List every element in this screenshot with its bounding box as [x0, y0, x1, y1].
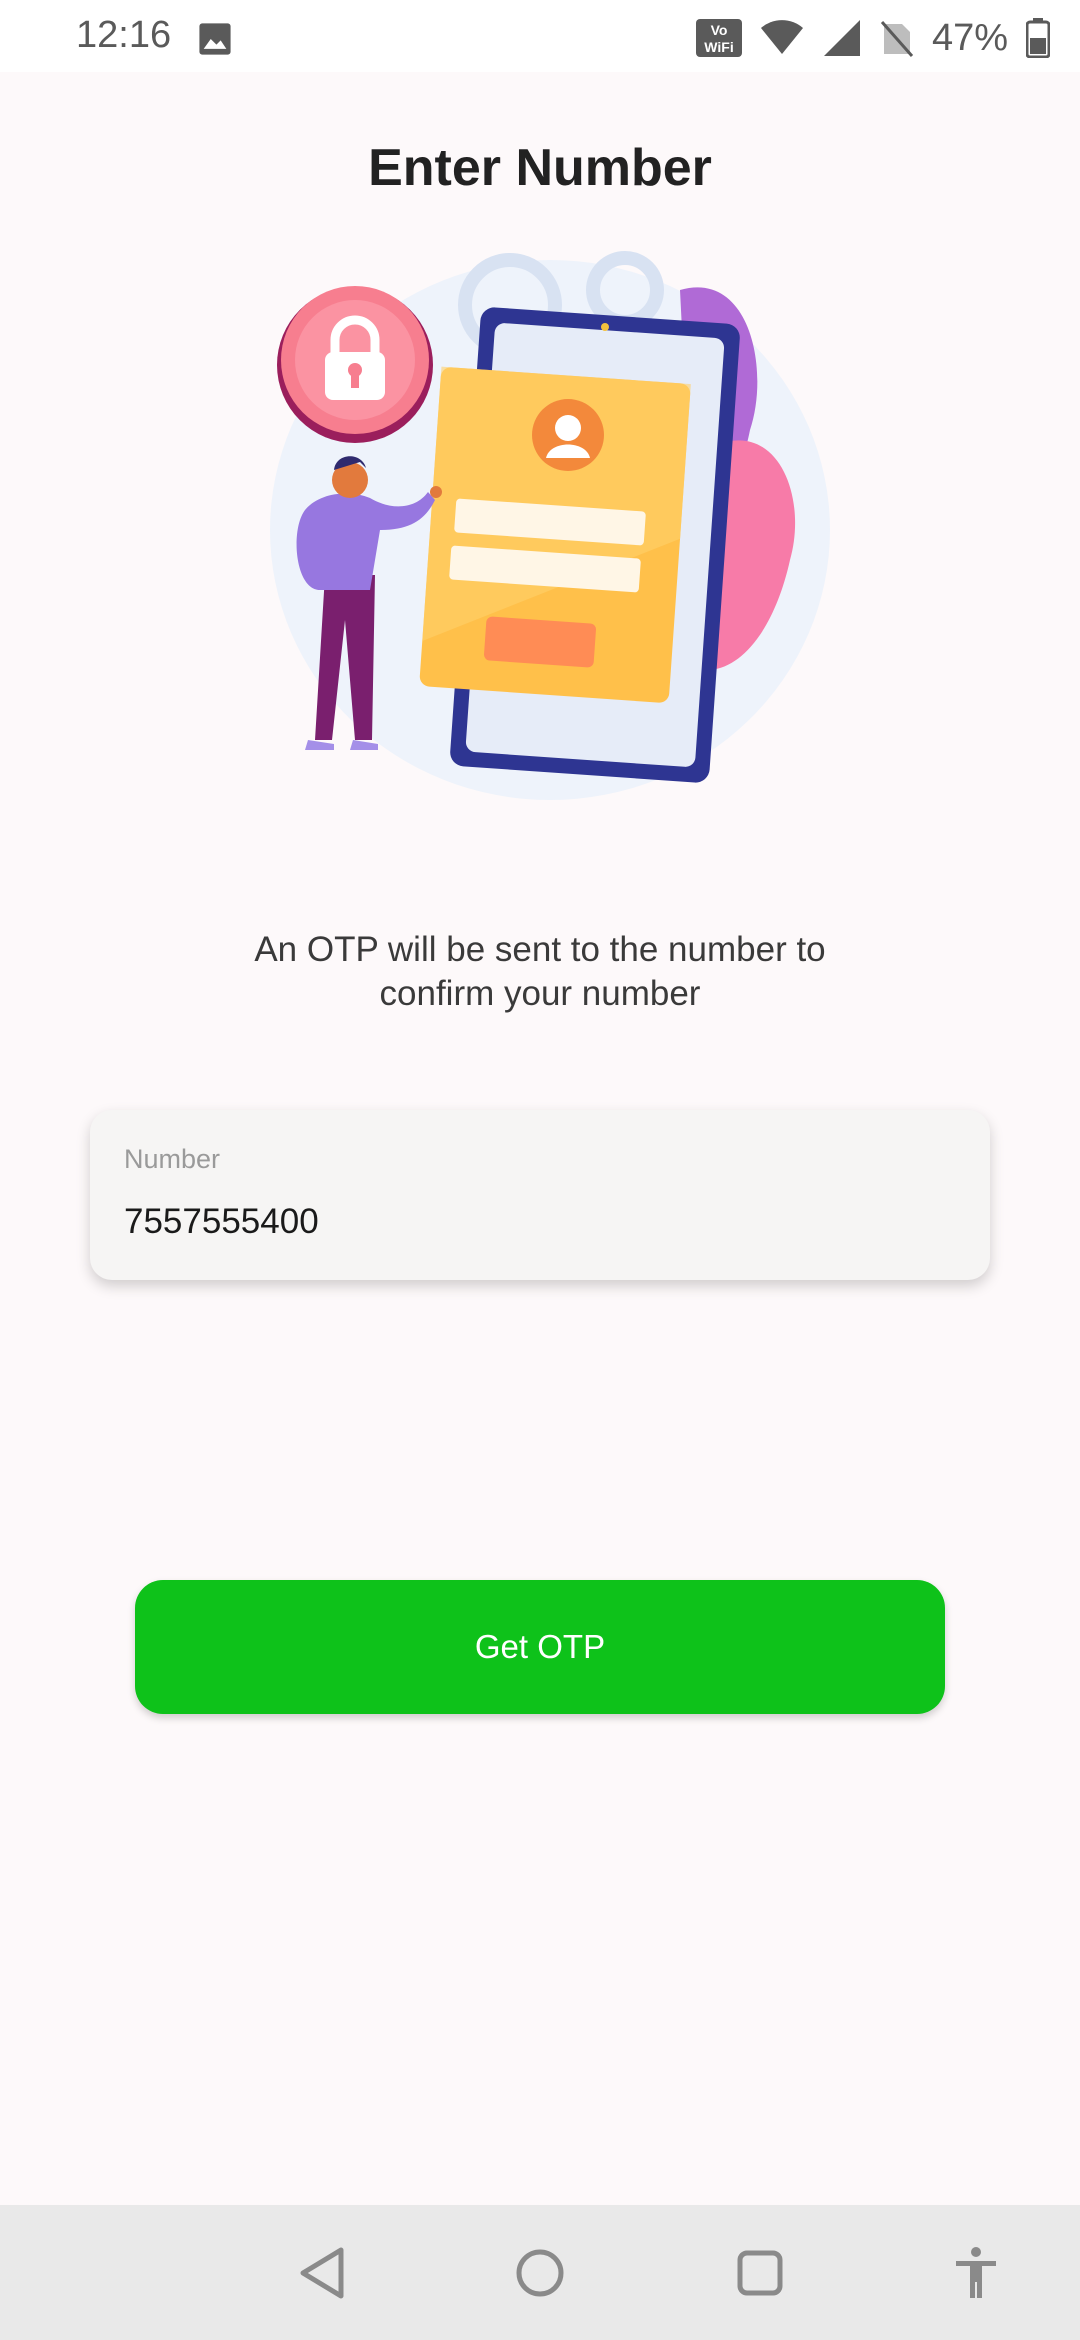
get-otp-button[interactable]: Get OTP — [135, 1580, 945, 1714]
back-button[interactable] — [290, 2241, 354, 2305]
no-sim-icon — [880, 21, 914, 57]
status-icons: Vo WiFi 47% — [695, 14, 1050, 62]
svg-text:WiFi: WiFi — [704, 39, 733, 55]
battery-percent: 47% — [931, 16, 1008, 59]
accessibility-icon — [956, 2247, 996, 2298]
wifi-icon — [760, 20, 803, 54]
system-nav-bar — [0, 2205, 1080, 2340]
back-icon — [300, 2247, 344, 2299]
accessibility-button[interactable] — [944, 2241, 1008, 2305]
phone-security-illustration — [270, 251, 830, 800]
recents-icon — [737, 2250, 783, 2296]
page-title: Enter Number — [368, 139, 712, 197]
signal-icon — [823, 20, 860, 56]
otp-screen: 12:16 Vo WiFi 47% Enter Number An OTP wi… — [0, 0, 1080, 2340]
recents-button[interactable] — [728, 2241, 792, 2305]
status-time: 12:16 — [76, 14, 172, 56]
vowifi-icon: Vo WiFi — [695, 19, 742, 57]
number-field-label: Number — [124, 1144, 221, 1174]
number-field[interactable]: Number — [90, 1110, 990, 1280]
otp-info-text: An OTP will be sent to the number to con… — [140, 928, 940, 1016]
status-bar: 12:16 Vo WiFi 47% — [0, 0, 1080, 72]
gallery-icon — [199, 23, 231, 55]
subtitle-line-2: confirm your number — [379, 974, 701, 1013]
svg-text:Vo: Vo — [711, 22, 728, 38]
number-input[interactable] — [124, 1194, 944, 1250]
subtitle-line-1: An OTP will be sent to the number to — [254, 930, 826, 969]
home-button[interactable] — [508, 2241, 572, 2305]
battery-icon — [1026, 18, 1050, 58]
home-icon — [516, 2249, 564, 2297]
